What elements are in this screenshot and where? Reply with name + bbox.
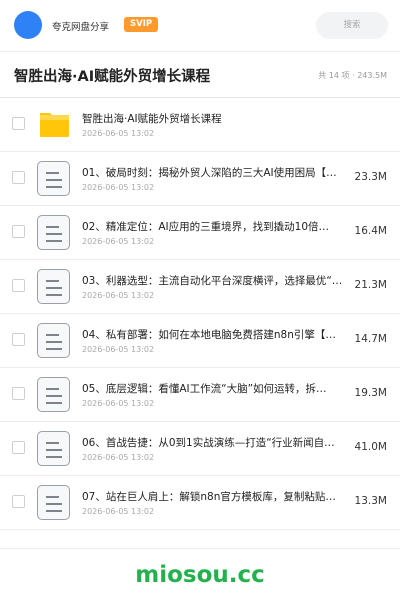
item-size: 23.3M bbox=[354, 171, 387, 183]
item-size: 16.4M bbox=[354, 225, 387, 237]
item-size: 41.0M bbox=[354, 441, 387, 453]
document-icon bbox=[37, 377, 70, 412]
page-title: 智胜出海·AI赋能外贸增长课程 bbox=[14, 69, 211, 85]
item-date: 2026-06-05 13:02 bbox=[82, 129, 155, 138]
document-icon bbox=[37, 323, 70, 358]
item-date: 2026-06-05 13:02 bbox=[82, 291, 155, 300]
row-checkbox[interactable] bbox=[12, 225, 25, 238]
item-date: 2026-06-05 13:02 bbox=[82, 237, 155, 246]
page: 夸克网盘分享 SVIP 搜索 智胜出海·AI赋能外贸增长课程 共 14 项 · … bbox=[0, 0, 400, 600]
file-row[interactable]: 02、精准定位：AI应用的三重境界，找到撬动10倍… 2026-06-05 13:… bbox=[0, 206, 400, 260]
avatar[interactable] bbox=[14, 11, 42, 39]
file-row[interactable]: 07、站在巨人肩上：解锁n8n官方模板库，复制粘贴… 2026-06-05 13:… bbox=[0, 476, 400, 530]
item-name[interactable]: 03、利器选型：主流自动化平台深度横评，选择最优“… bbox=[82, 273, 352, 288]
item-date: 2026-06-05 13:02 bbox=[82, 453, 155, 462]
site-name: 夸克网盘分享 bbox=[52, 22, 110, 33]
file-row[interactable]: 05、底层逻辑：看懂AI工作流“大脑”如何运转，拆… 2026-06-05 13:… bbox=[0, 368, 400, 422]
item-date: 2026-06-05 13:02 bbox=[82, 183, 155, 192]
item-name[interactable]: 02、精准定位：AI应用的三重境界，找到撬动10倍… bbox=[82, 219, 352, 234]
document-icon bbox=[37, 485, 70, 520]
brand-watermark: miosou.cc bbox=[135, 562, 265, 588]
item-name[interactable]: 06、首战告捷：从0到1实战演练—打造“行业新闻自… bbox=[82, 435, 352, 450]
svip-badge: SVIP bbox=[124, 17, 159, 32]
item-size: 19.3M bbox=[354, 387, 387, 399]
item-size: 21.3M bbox=[354, 279, 387, 291]
item-name[interactable]: 01、破局时刻：揭秘外贸人深陷的三大AI使用困局【… bbox=[82, 165, 352, 180]
row-checkbox[interactable] bbox=[12, 279, 25, 292]
footer: miosou.cc bbox=[0, 548, 400, 600]
item-date: 2026-06-05 13:02 bbox=[82, 507, 155, 516]
file-row[interactable]: 01、破局时刻：揭秘外贸人深陷的三大AI使用困局【… 2026-06-05 13:… bbox=[0, 152, 400, 206]
folder-icon bbox=[40, 113, 69, 137]
item-summary: 共 14 项 · 243.5M bbox=[318, 71, 387, 80]
folder-row[interactable]: 智胜出海·AI赋能外贸增长课程 2026-06-05 13:02 bbox=[0, 98, 400, 152]
document-icon bbox=[37, 161, 70, 196]
item-size: 13.3M bbox=[354, 495, 387, 507]
item-name[interactable]: 智胜出海·AI赋能外贸增长课程 bbox=[82, 111, 352, 126]
item-name[interactable]: 07、站在巨人肩上：解锁n8n官方模板库，复制粘贴… bbox=[82, 489, 352, 504]
search-input[interactable]: 搜索 bbox=[316, 12, 388, 39]
row-checkbox[interactable] bbox=[12, 117, 25, 130]
file-list: 智胜出海·AI赋能外贸增长课程 2026-06-05 13:02 01、破局时刻：揭… bbox=[0, 98, 400, 530]
file-row[interactable]: 06、首战告捷：从0到1实战演练—打造“行业新闻自… 2026-06-05 13:… bbox=[0, 422, 400, 476]
row-checkbox[interactable] bbox=[12, 441, 25, 454]
item-date: 2026-06-05 13:02 bbox=[82, 399, 155, 408]
header: 夸克网盘分享 SVIP 搜索 bbox=[0, 0, 400, 52]
row-checkbox[interactable] bbox=[12, 495, 25, 508]
item-size: 14.7M bbox=[354, 333, 387, 345]
file-row[interactable]: 03、利器选型：主流自动化平台深度横评，选择最优“… 2026-06-05 13:… bbox=[0, 260, 400, 314]
document-icon bbox=[37, 269, 70, 304]
title-bar: 智胜出海·AI赋能外贸增长课程 共 14 项 · 243.5M bbox=[0, 52, 400, 98]
row-checkbox[interactable] bbox=[12, 333, 25, 346]
document-icon bbox=[37, 431, 70, 466]
row-checkbox[interactable] bbox=[12, 171, 25, 184]
row-checkbox[interactable] bbox=[12, 387, 25, 400]
item-name[interactable]: 05、底层逻辑：看懂AI工作流“大脑”如何运转，拆… bbox=[82, 381, 352, 396]
document-icon bbox=[37, 215, 70, 250]
item-date: 2026-06-05 13:02 bbox=[82, 345, 155, 354]
item-name[interactable]: 04、私有部署：如何在本地电脑免费搭建n8n引擎【… bbox=[82, 327, 352, 342]
file-row[interactable]: 04、私有部署：如何在本地电脑免费搭建n8n引擎【… 2026-06-05 13:… bbox=[0, 314, 400, 368]
